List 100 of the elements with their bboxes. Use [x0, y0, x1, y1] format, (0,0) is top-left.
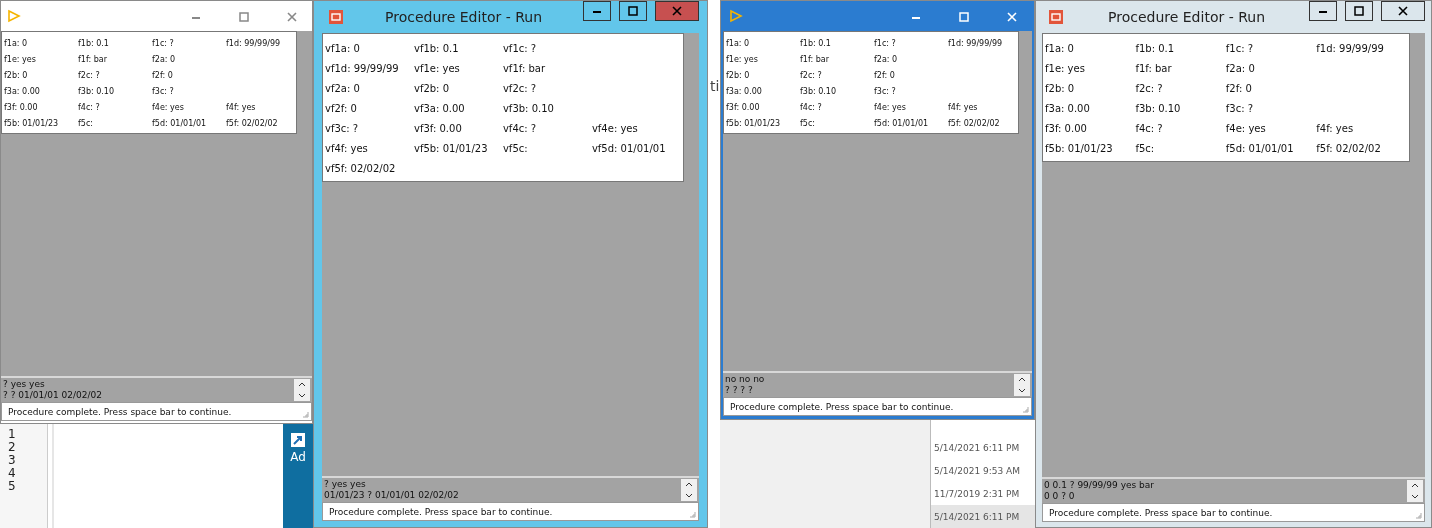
line-number: 3 [8, 454, 17, 467]
resize-grip-icon[interactable] [302, 411, 309, 418]
line-number: 2 [8, 441, 17, 454]
scroll-up-icon[interactable] [685, 482, 693, 487]
field-text: vf2b: 0 [413, 82, 451, 94]
resize-grip-icon[interactable] [1022, 406, 1029, 413]
field-text: f2f: 0 [1225, 82, 1253, 94]
field-text: f5f: 02/02/02 [948, 118, 1001, 128]
close-button[interactable] [1381, 1, 1425, 21]
resize-grip-icon[interactable] [689, 511, 696, 518]
field-text: f1f: bar [1135, 62, 1173, 74]
scroll-up-icon[interactable] [1018, 377, 1026, 382]
field-text: vf2a: 0 [325, 82, 361, 94]
field-text: vf4c: ? [502, 122, 538, 134]
field-text: f1a: 0 [726, 38, 751, 48]
scroll-down-icon[interactable] [685, 493, 693, 498]
field-text: vf4e: yes [591, 122, 639, 134]
field-text: f2a: 0 [874, 54, 899, 64]
scroll-bar[interactable] [681, 479, 697, 501]
scroll-bar[interactable] [1407, 480, 1423, 502]
field-text: vf1e: yes [413, 62, 461, 74]
field-text: f1d: 99/99/99 [226, 38, 282, 48]
field-text: f4e: yes [152, 102, 185, 112]
field-text: vf2c: ? [502, 82, 538, 94]
output-line: ? yes yes [324, 479, 367, 490]
field-text: f5f: 02/02/02 [1316, 142, 1382, 154]
scroll-bar[interactable] [294, 379, 310, 401]
maximize-button[interactable] [1345, 1, 1373, 21]
field-text: f1b: 0.1 [800, 38, 832, 48]
date-item[interactable]: 5/14/2021 6:11 PM [931, 505, 1035, 528]
close-icon [672, 6, 682, 16]
field-text: vf5c: [502, 142, 529, 154]
output-line: 0 0.1 ? 99/99/99 yes bar [1044, 480, 1156, 491]
output-line: ? ? ? ? [725, 385, 754, 396]
maximize-icon [959, 12, 969, 22]
field-text: vf5f: 02/02/02 [325, 162, 397, 174]
field-text: f1d: 99/99/99 [948, 38, 1004, 48]
scroll-down-icon[interactable] [298, 393, 306, 398]
field-text: f1d: 99/99/99 [1316, 42, 1385, 54]
scroll-up-icon[interactable] [298, 382, 306, 387]
field-text: f5d: 01/01/01 [1225, 142, 1295, 154]
scroll-up-icon[interactable] [1411, 483, 1419, 488]
field-text: f3f: 0.00 [4, 102, 39, 112]
field-text: f1a: 0 [4, 38, 29, 48]
output-line: 01/01/23 ? 01/01/01 02/02/02 [324, 490, 460, 501]
output-line: ? ? 01/01/01 02/02/02 [3, 390, 103, 401]
minimize-button[interactable] [583, 1, 611, 21]
field-text: f2b: 0 [726, 70, 751, 80]
field-text: f2f: 0 [152, 70, 174, 80]
field-text: f4f: yes [1316, 122, 1355, 134]
maximize-icon [239, 12, 249, 22]
field-text: f2b: 0 [4, 70, 29, 80]
triangle-icon [7, 9, 21, 23]
desktop-icon-label[interactable]: Ad [290, 450, 306, 464]
field-text: f2a: 0 [152, 54, 177, 64]
field-text: f3b: 0.10 [800, 86, 838, 96]
field-text: f2b: 0 [1045, 82, 1076, 94]
field-text: f4f: yes [226, 102, 257, 112]
field-text: f4c: ? [800, 102, 823, 112]
minimize-button[interactable] [1309, 1, 1337, 21]
maximize-icon [1354, 6, 1364, 16]
close-icon [1398, 6, 1408, 16]
field-text: f5b: 01/01/23 [1045, 142, 1114, 154]
status-text: Procedure complete. Press space bar to continue. [1049, 507, 1273, 518]
close-icon [287, 12, 297, 22]
field-text: f5d: 01/01/01 [152, 118, 208, 128]
field-text: f3c: ? [874, 86, 897, 96]
field-text: f3b: 0.10 [78, 86, 116, 96]
field-text: vf5d: 01/01/01 [591, 142, 667, 154]
field-text: vf3f: 0.00 [413, 122, 463, 134]
field-text: f4c: ? [1135, 122, 1164, 134]
resize-grip-icon[interactable] [1415, 512, 1422, 519]
field-text: vf5b: 01/01/23 [413, 142, 489, 154]
field-text: vf4f: yes [325, 142, 369, 154]
scroll-bar[interactable] [1014, 374, 1030, 396]
app-icon [1048, 9, 1064, 25]
field-text: f5b: 01/01/23 [726, 118, 782, 128]
status-text: Procedure complete. Press space bar to continue. [8, 406, 232, 417]
field-text: f4f: yes [948, 102, 979, 112]
maximize-button[interactable] [619, 1, 647, 21]
app-icon [328, 9, 344, 25]
field-text: f4e: yes [874, 102, 907, 112]
field-text: f4e: yes [1225, 122, 1267, 134]
field-text: f1f: bar [800, 54, 830, 64]
field-text: f1e: yes [4, 54, 37, 64]
scroll-down-icon[interactable] [1411, 494, 1419, 499]
field-text: vf3c: ? [325, 122, 360, 134]
shortcut-icon[interactable] [290, 432, 306, 448]
output-line: 0 0 ? 0 [1044, 491, 1076, 502]
field-text: f3f: 0.00 [1045, 122, 1088, 134]
field-text: vf3a: 0.00 [413, 102, 466, 114]
line-number: 4 [8, 467, 17, 480]
field-text: vf1a: 0 [325, 42, 361, 54]
line-number: 1 [8, 428, 17, 441]
field-text: f1c: ? [1225, 42, 1255, 54]
field-text: vf1b: 0.1 [413, 42, 460, 54]
close-icon [1007, 12, 1017, 22]
scroll-down-icon[interactable] [1018, 388, 1026, 393]
field-text: f3f: 0.00 [726, 102, 761, 112]
field-text: f3a: 0.00 [726, 86, 763, 96]
